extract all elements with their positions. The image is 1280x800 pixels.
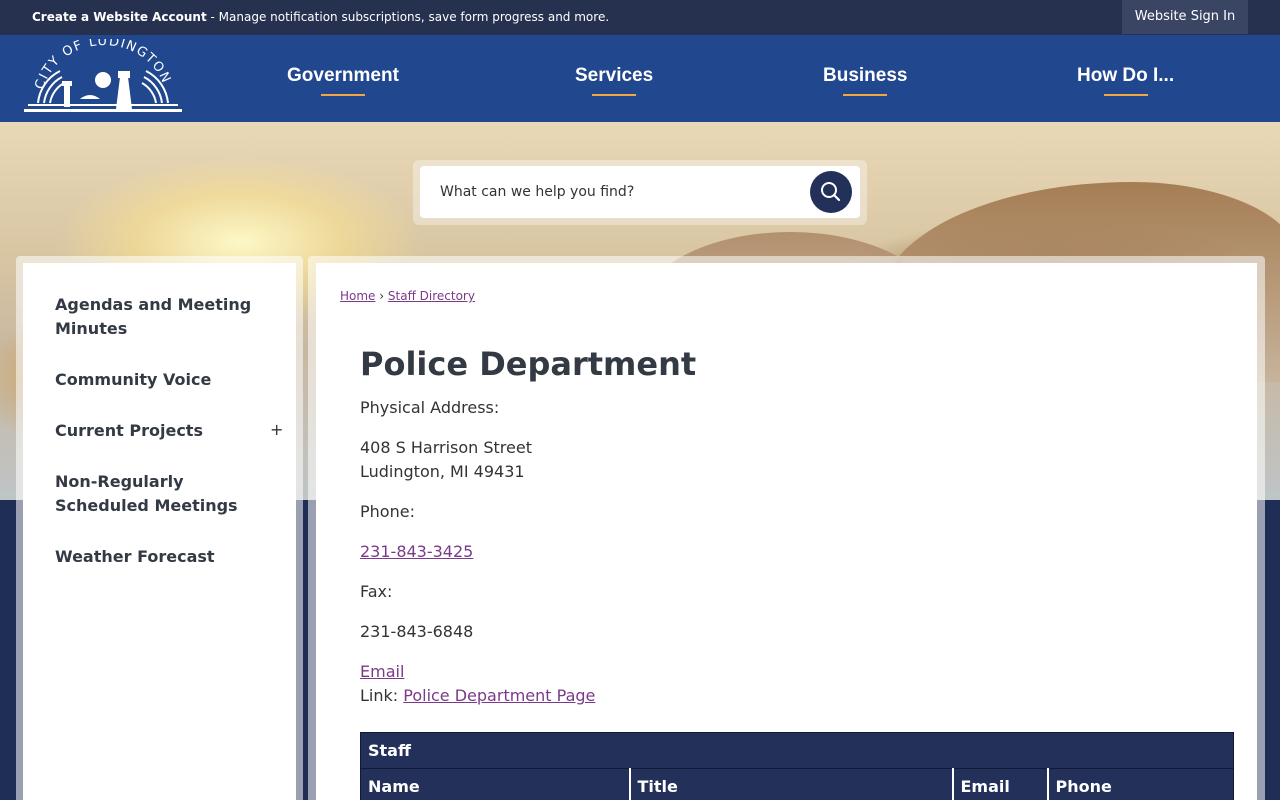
nav-how-do-i-label[interactable]: How Do I... bbox=[1077, 65, 1174, 86]
sidebar-item-non-regular-meetings[interactable]: Non-Regularly Scheduled Meetings bbox=[55, 470, 265, 518]
breadcrumb-staff-directory[interactable]: Staff Directory bbox=[388, 289, 475, 303]
create-account-description: - Manage notification subscriptions, sav… bbox=[206, 10, 610, 24]
department-page-link[interactable]: Police Department Page bbox=[403, 686, 595, 705]
fax-label: Fax: bbox=[360, 582, 393, 601]
phone-number: 231-843-3425 bbox=[360, 540, 473, 564]
sidebar-nav: Agendas and Meeting Minutes Community Vo… bbox=[23, 263, 296, 800]
search-icon bbox=[821, 182, 841, 202]
nav-underline bbox=[320, 94, 365, 96]
nav-underline bbox=[1103, 94, 1148, 96]
site-header: CITY OF LUDINGTON Government Services Bu… bbox=[0, 34, 1280, 122]
nav-how-do-i[interactable]: How Do I... bbox=[1077, 65, 1174, 96]
create-account-label[interactable]: Create a Website Account bbox=[32, 10, 207, 24]
nav-business-label[interactable]: Business bbox=[823, 65, 907, 86]
email-row: Email bbox=[360, 660, 404, 684]
search-button[interactable] bbox=[810, 171, 852, 213]
sidebar-item-weather-forecast[interactable]: Weather Forecast bbox=[55, 545, 265, 569]
fax-number: 231-843-6848 bbox=[360, 622, 474, 641]
column-header-name[interactable]: Name bbox=[360, 768, 630, 800]
address-label: Physical Address: bbox=[360, 398, 500, 417]
utility-bar: Create a Website Account - Manage notifi… bbox=[0, 0, 1280, 35]
nav-government[interactable]: Government bbox=[287, 65, 399, 96]
link-row: Link: Police Department Page bbox=[360, 684, 595, 708]
website-sign-in-button[interactable]: Website Sign In bbox=[1122, 0, 1248, 34]
nav-underline bbox=[843, 94, 888, 96]
breadcrumb-home[interactable]: Home bbox=[340, 289, 375, 303]
sidebar-item-community-voice[interactable]: Community Voice bbox=[55, 368, 265, 392]
nav-services[interactable]: Services bbox=[575, 65, 653, 96]
staff-table-caption: Staff bbox=[360, 732, 1234, 769]
phone-label: Phone: bbox=[360, 502, 415, 521]
search-input[interactable] bbox=[440, 180, 810, 204]
email-link[interactable]: Email bbox=[360, 662, 404, 681]
main-content: Home › Staff Directory Police Department… bbox=[316, 263, 1257, 800]
breadcrumb-separator: › bbox=[379, 289, 385, 303]
city-logo-icon: CITY OF LUDINGTON bbox=[24, 34, 182, 112]
expand-toggle-icon[interactable]: + bbox=[270, 418, 283, 442]
nav-underline bbox=[592, 94, 637, 96]
column-header-phone[interactable]: Phone bbox=[1046, 768, 1234, 800]
create-account-link[interactable]: Create a Website Account - Manage notifi… bbox=[32, 10, 609, 24]
column-header-title[interactable]: Title bbox=[628, 768, 953, 800]
address-line-2: Ludington, MI 49431 bbox=[360, 462, 525, 481]
city-logo[interactable]: CITY OF LUDINGTON bbox=[20, 34, 186, 117]
sidebar-item-current-projects[interactable]: Current Projects bbox=[55, 419, 265, 443]
page-title: Police Department bbox=[360, 345, 697, 383]
column-header-email[interactable]: Email bbox=[951, 768, 1048, 800]
staff-table-header-row: Name Title Email Phone bbox=[360, 768, 1234, 800]
nav-government-label[interactable]: Government bbox=[287, 65, 399, 86]
staff-table-caption-row: Staff bbox=[360, 732, 1234, 769]
sidebar-item-agendas[interactable]: Agendas and Meeting Minutes bbox=[55, 293, 265, 341]
staff-table: Staff Name Title Email Phone bbox=[360, 732, 1234, 800]
address-line-1: 408 S Harrison Street bbox=[360, 438, 532, 457]
phone-link[interactable]: 231-843-3425 bbox=[360, 542, 473, 561]
link-prefix: Link: bbox=[360, 686, 404, 705]
site-search bbox=[420, 166, 860, 218]
breadcrumb: Home › Staff Directory bbox=[340, 289, 475, 303]
nav-business[interactable]: Business bbox=[823, 65, 907, 96]
nav-services-label[interactable]: Services bbox=[575, 65, 653, 86]
